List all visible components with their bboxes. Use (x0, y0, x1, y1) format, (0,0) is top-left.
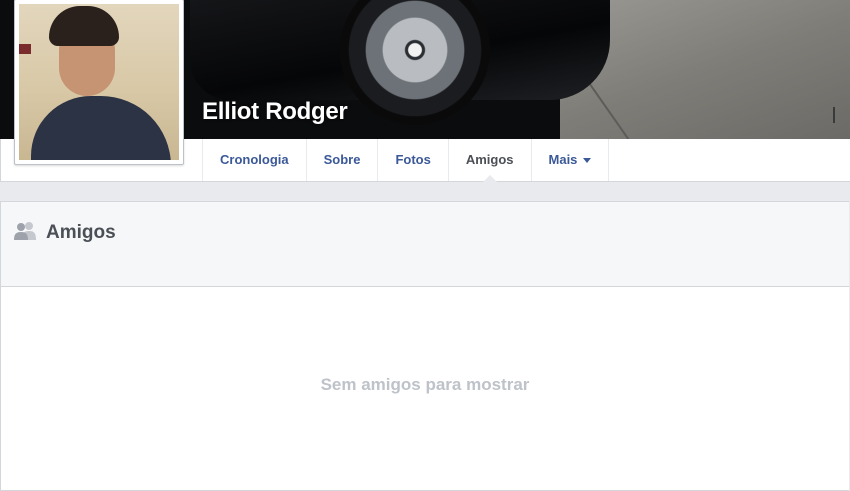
profile-tabs: Cronologia Sobre Fotos Amigos Mais (202, 139, 610, 182)
friends-panel-header: Amigos (1, 202, 849, 287)
photo-shirt (31, 96, 171, 160)
profile-photo (19, 4, 179, 160)
tab-sobre[interactable]: Sobre (305, 139, 378, 181)
tab-cronologia[interactable]: Cronologia (202, 139, 306, 181)
tab-fotos[interactable]: Fotos (377, 139, 447, 181)
profile-picture[interactable] (14, 0, 184, 165)
tab-mais-label: Mais (548, 152, 578, 167)
photo-hair (49, 6, 119, 46)
photo-wall-detail (19, 44, 31, 54)
friends-title[interactable]: Amigos (46, 222, 116, 244)
tab-amigos[interactable]: Amigos (447, 139, 531, 182)
profile-name[interactable]: Elliot Rodger (202, 98, 348, 126)
cover-wheel (340, 0, 490, 125)
empty-friends-message: Sem amigos para mostrar (320, 375, 530, 394)
cover-edge-mark (833, 107, 835, 123)
chevron-down-icon (583, 158, 592, 164)
tab-mais[interactable]: Mais (530, 139, 610, 181)
friends-icon (14, 222, 36, 240)
friends-panel: Amigos Sem amigos para mostrar (0, 201, 849, 491)
